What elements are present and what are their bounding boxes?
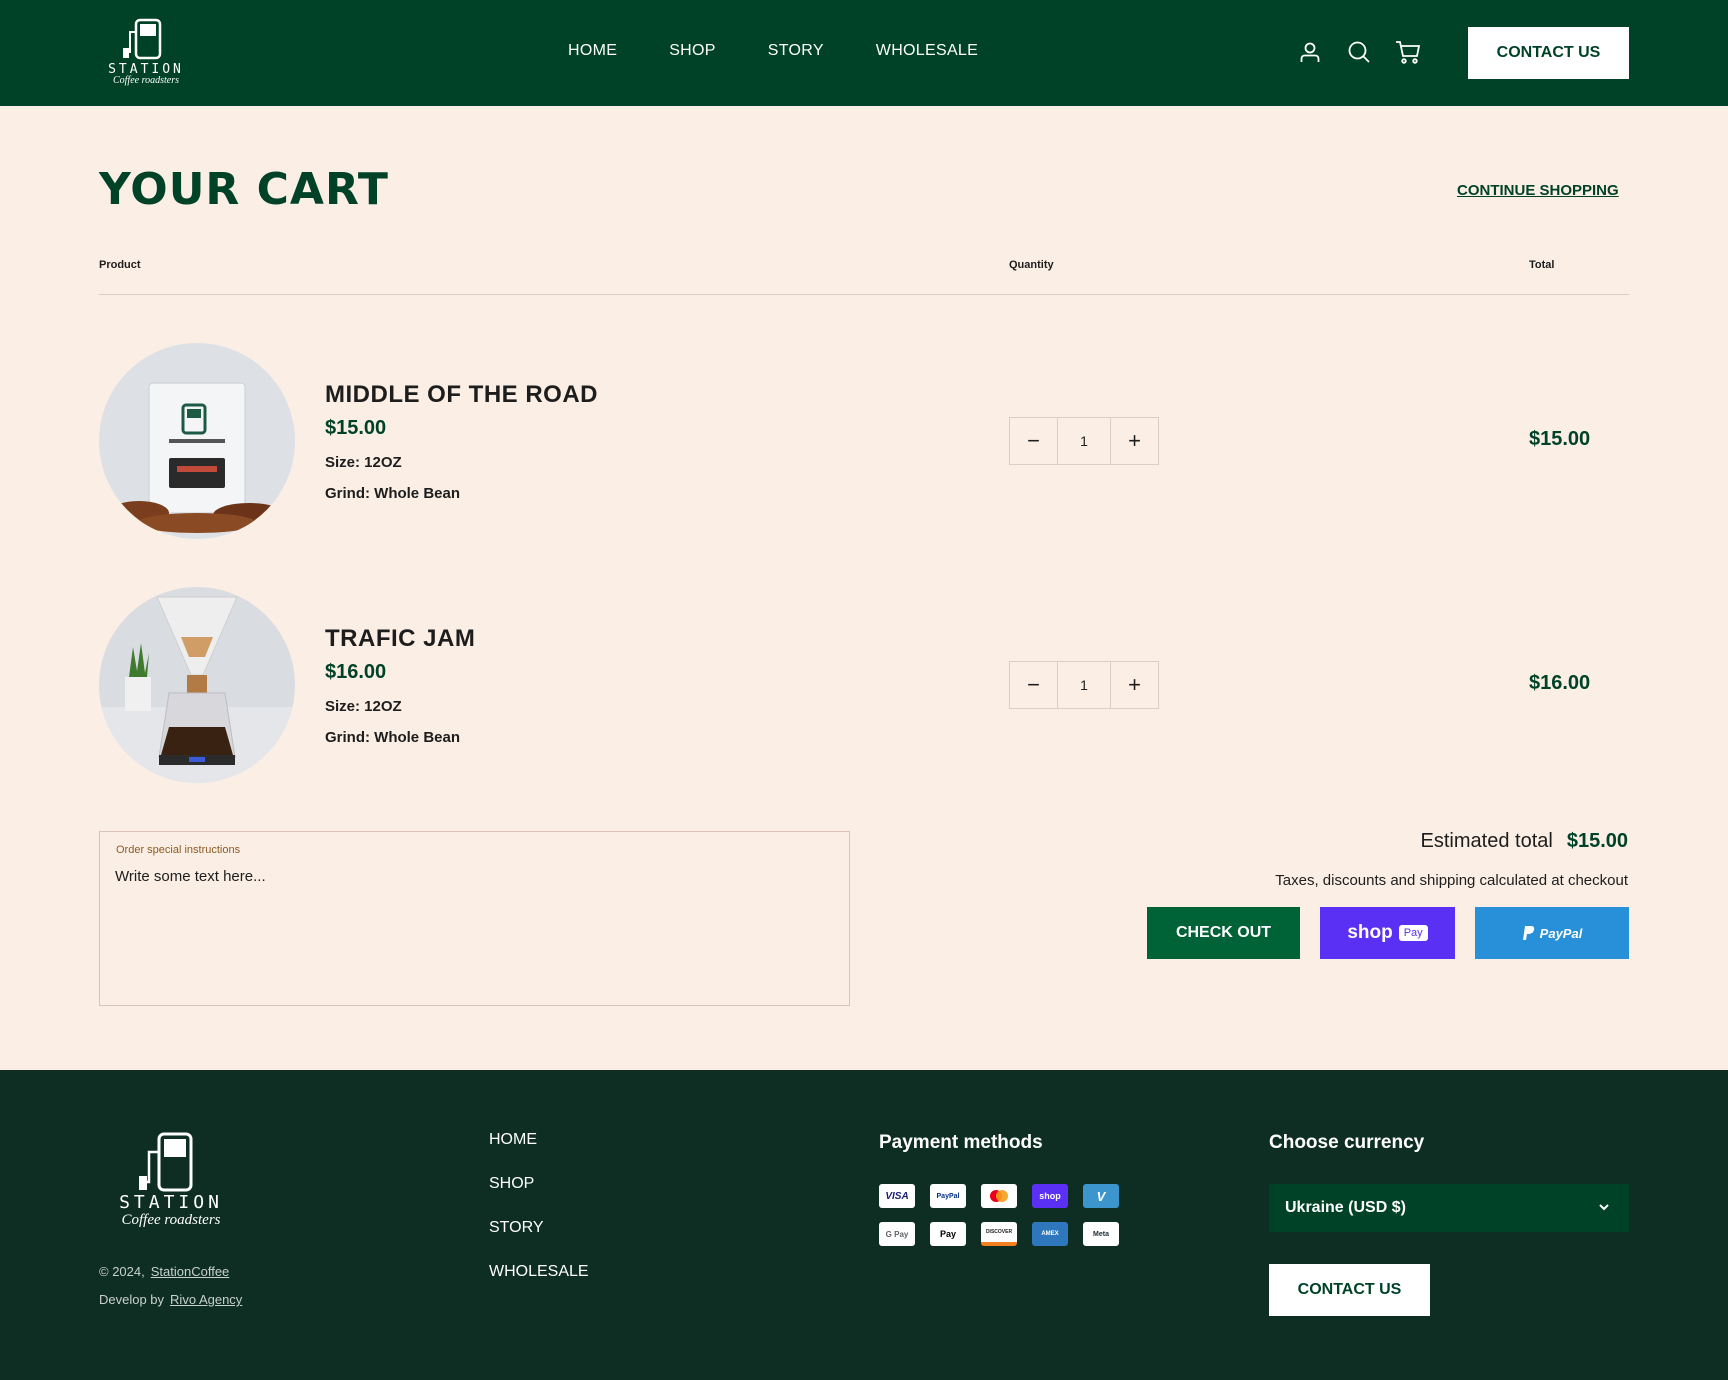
quantity-stepper: − 1 +	[1009, 661, 1159, 709]
product-size: Size: 12OZ	[325, 698, 402, 715]
shop-pay-button[interactable]: shop Pay	[1320, 907, 1455, 959]
footer-logo-subtitle: Coffee roadsters	[121, 1212, 221, 1228]
footer-nav-wholesale[interactable]: WHOLESALE	[489, 1262, 589, 1281]
payment-methods-title: Payment methods	[879, 1132, 1043, 1153]
quantity-stepper: − 1 +	[1009, 417, 1159, 465]
main-nav: HOME SHOP STORY WHOLESALE	[568, 42, 978, 60]
shop-pay-badge: Pay	[1398, 925, 1428, 941]
fuel-pump-icon	[139, 1132, 193, 1192]
footer-logo[interactable]: STATION Coffee roadsters	[99, 1132, 243, 1232]
product-size: Size: 12OZ	[325, 454, 402, 471]
apple-pay-icon: Pay	[930, 1222, 966, 1246]
search-icon[interactable]	[1347, 40, 1371, 64]
cart-item: TRAFIC JAM $16.00 Size: 12OZ Grind: Whol…	[99, 587, 1629, 783]
column-header-quantity: Quantity	[1009, 259, 1054, 271]
developer-credit: Develop by Rivo Agency	[99, 1292, 242, 1307]
nav-shop[interactable]: SHOP	[669, 42, 716, 60]
product-name[interactable]: MIDDLE OF THE ROAD	[325, 381, 598, 409]
site-footer: STATION Coffee roadsters © 2024, StationC…	[0, 1070, 1728, 1380]
account-icon[interactable]	[1298, 40, 1322, 64]
order-notes-textarea[interactable]	[115, 868, 825, 988]
logo-subtitle: Coffee roadsters	[112, 75, 179, 86]
order-notes-label: Order special instructions	[116, 844, 241, 856]
order-notes-box: Order special instructions	[99, 831, 850, 1006]
paypal-card-icon: PayPal	[930, 1184, 966, 1208]
table-divider	[99, 294, 1629, 295]
footer-nav-home[interactable]: HOME	[489, 1130, 589, 1149]
minus-icon[interactable]: −	[1010, 662, 1057, 708]
nav-home[interactable]: HOME	[568, 42, 617, 60]
currency-title: Choose currency	[1269, 1132, 1425, 1153]
product-grind: Grind: Whole Bean	[325, 485, 460, 502]
product-price: $16.00	[325, 661, 387, 683]
estimated-total-label: Estimated total	[1420, 830, 1553, 852]
continue-shopping-link[interactable]: CONTINUE SHOPPING	[1457, 182, 1619, 199]
currency-select[interactable]: Ukraine (USD $)	[1269, 1184, 1629, 1232]
shop-pay-card-icon: shop	[1032, 1184, 1068, 1208]
nav-wholesale[interactable]: WHOLESALE	[876, 42, 978, 60]
cart-item: MIDDLE OF THE ROAD $15.00 Size: 12OZ Gri…	[99, 343, 1629, 539]
line-total: $16.00	[1529, 672, 1591, 694]
estimated-total-value: $15.00	[1566, 830, 1628, 852]
fuel-pump-icon	[123, 18, 162, 60]
paypal-button[interactable]: PayPal	[1475, 907, 1629, 959]
footer-nav-shop[interactable]: SHOP	[489, 1174, 589, 1193]
google-pay-icon: G Pay	[879, 1222, 915, 1246]
paypal-label: PayPal	[1539, 925, 1583, 941]
quantity-value[interactable]: 1	[1057, 418, 1111, 464]
payment-cards: VISA PayPal shop V G Pay Pay DISCOVER AM…	[879, 1184, 1119, 1246]
column-header-total: Total	[1529, 259, 1555, 271]
footer-nav: HOME SHOP STORY WHOLESALE	[489, 1130, 589, 1306]
amex-icon: AMEX	[1032, 1222, 1068, 1246]
product-image-chemex[interactable]	[99, 587, 295, 783]
plus-icon[interactable]: +	[1111, 418, 1158, 464]
checkout-button[interactable]: CHECK OUT	[1147, 907, 1300, 959]
quantity-value[interactable]: 1	[1057, 662, 1111, 708]
product-name[interactable]: TRAFIC JAM	[325, 625, 475, 653]
product-price: $15.00	[325, 417, 387, 439]
minus-icon[interactable]: −	[1010, 418, 1057, 464]
meta-pay-icon: Meta	[1083, 1222, 1119, 1246]
discover-icon: DISCOVER	[981, 1222, 1017, 1246]
currency-value: Ukraine (USD $)	[1285, 1199, 1406, 1216]
page-title: YOUR CART	[99, 164, 389, 215]
copyright-link[interactable]: StationCoffee	[151, 1264, 230, 1279]
visa-icon: VISA	[879, 1184, 915, 1208]
plus-icon[interactable]: +	[1111, 662, 1158, 708]
copyright: © 2024, StationCoffee	[99, 1264, 229, 1279]
estimated-total: Estimated total $15.00	[1421, 830, 1628, 853]
site-logo[interactable]: STATION Coffee roadsters	[98, 18, 194, 88]
product-image-coffee-bag[interactable]	[99, 343, 295, 539]
footer-contact-us-button[interactable]: CONTACT US	[1269, 1264, 1430, 1316]
developer-link[interactable]: Rivo Agency	[170, 1292, 242, 1307]
footer-logo-brand: STATION	[119, 1192, 223, 1213]
copyright-text: © 2024,	[99, 1264, 145, 1279]
paypal-icon	[1522, 926, 1534, 940]
footer-nav-story[interactable]: STORY	[489, 1218, 589, 1237]
mastercard-icon	[981, 1184, 1017, 1208]
nav-story[interactable]: STORY	[768, 42, 824, 60]
column-header-product: Product	[99, 259, 141, 271]
product-grind: Grind: Whole Bean	[325, 729, 460, 746]
developer-text: Develop by	[99, 1292, 165, 1307]
cart-icon[interactable]	[1395, 40, 1421, 64]
chevron-down-icon	[1599, 1204, 1609, 1211]
venmo-icon: V	[1083, 1184, 1119, 1208]
shop-pay-label: shop	[1347, 922, 1393, 943]
tax-note: Taxes, discounts and shipping calculated…	[1275, 872, 1628, 889]
line-total: $15.00	[1529, 428, 1591, 450]
site-header: STATION Coffee roadsters HOME SHOP STORY…	[0, 0, 1728, 106]
contact-us-button[interactable]: CONTACT US	[1468, 27, 1629, 79]
